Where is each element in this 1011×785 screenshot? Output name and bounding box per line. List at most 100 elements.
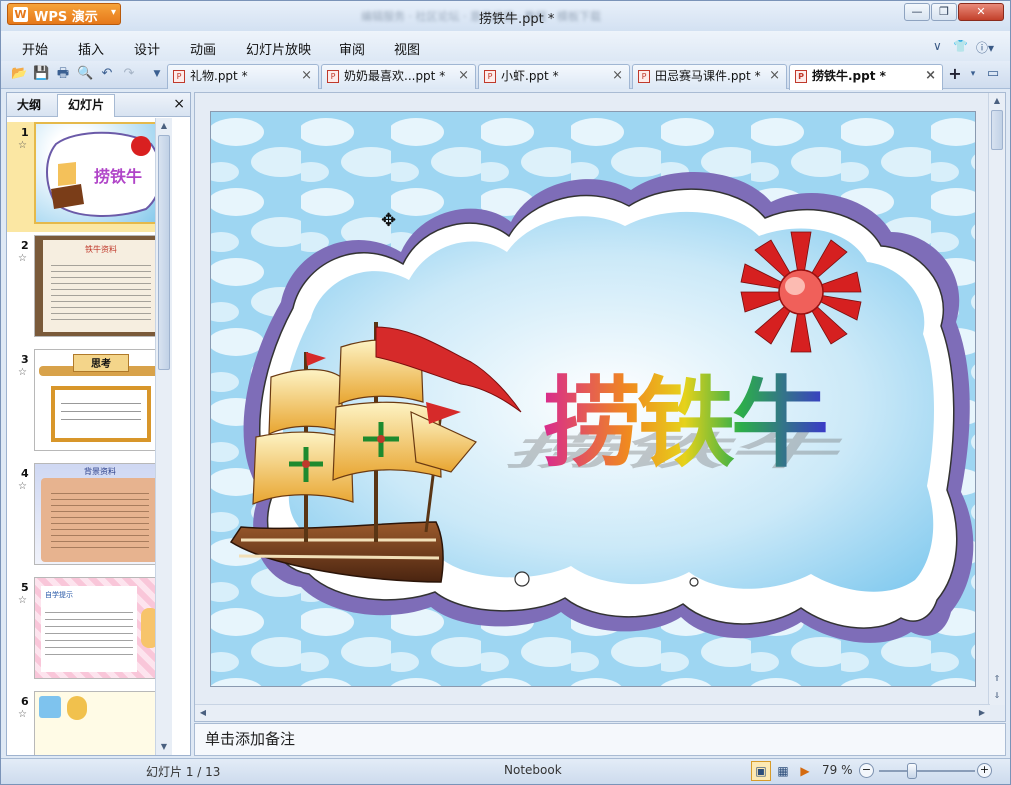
thumb-title-art: 捞铁牛 — [94, 167, 142, 186]
tab-iron-ox[interactable]: P 捞铁牛.ppt * × — [789, 64, 943, 90]
slide-title[interactable]: 捞铁牛 — [543, 367, 830, 481]
slide-number: 5 — [21, 581, 29, 594]
note-card: 自学提示 — [41, 586, 137, 672]
scroll-thumb[interactable] — [991, 110, 1003, 150]
scroll-up-icon[interactable]: ▲ — [989, 93, 1005, 109]
editor-horizontal-scrollbar[interactable]: ◀ ▶ — [195, 704, 990, 721]
panel-tabs: 大纲 幻灯片 × — [7, 93, 190, 117]
tab-shrimp[interactable]: P 小虾.ppt * × — [478, 64, 630, 89]
tab-close-icon[interactable]: × — [458, 65, 469, 87]
zoom-out-icon[interactable]: − — [859, 763, 874, 778]
slideshow-icon[interactable]: ▶ — [795, 761, 815, 781]
menu-review[interactable]: 审阅 — [339, 39, 365, 58]
skin-shirt-icon[interactable]: 👕 — [953, 39, 968, 53]
menu-insert[interactable]: 插入 — [78, 39, 104, 58]
tab-close-icon[interactable]: × — [301, 65, 312, 87]
normal-view-icon[interactable]: ▣ — [751, 761, 771, 781]
tab-close-icon[interactable]: × — [769, 65, 780, 87]
tab-grandma[interactable]: P 奶奶最喜欢...ppt * × — [321, 64, 476, 89]
notebook-page: 铁牛资料 — [43, 240, 159, 332]
slide-number: 3 — [21, 353, 29, 366]
panel-close-icon[interactable]: × — [173, 96, 185, 112]
zoom-level: 79 % — [822, 763, 853, 777]
wps-menu-label: WPS 演示 — [34, 10, 98, 25]
cartoon-icon — [39, 696, 61, 718]
slide-sorter-icon[interactable]: ▦ — [773, 761, 793, 781]
thumbnail-scrollbar[interactable]: ▲ ▼ — [155, 118, 172, 755]
zoom-slider-knob[interactable] — [907, 763, 917, 779]
ppt-file-icon: P — [327, 70, 339, 83]
minimize-button[interactable]: — — [904, 3, 930, 21]
animation-star-icon: ☆ — [18, 595, 27, 606]
save-icon[interactable]: 💾 — [33, 66, 49, 82]
slide-preview: 思考 — [34, 349, 166, 451]
thumb-text-lines — [51, 488, 149, 548]
slide-thumbnail-4[interactable]: 4 ☆ 背景资料 — [7, 463, 172, 573]
slides-panel: 大纲 幻灯片 × 1 ☆ 捞铁牛 2 ☆ 铁牛资料 3 ☆ 思考 4 ☆ 背景资… — [6, 92, 191, 756]
slide-thumbnail-5[interactable]: 5 ☆ 自学提示 — [7, 577, 172, 687]
window-layout-icon[interactable]: ▭ — [985, 66, 1001, 82]
move-cursor-icon: ✥ — [381, 210, 397, 231]
help-icon[interactable]: ⓘ▾ — [976, 39, 994, 56]
tab-horse-race[interactable]: P 田忌赛马课件.ppt * × — [632, 64, 787, 89]
new-tab-icon[interactable]: + — [947, 66, 963, 82]
slide-thumbnail-3[interactable]: 3 ☆ 思考 — [7, 349, 172, 459]
thumb-text-lines — [45, 606, 133, 656]
menu-bar: 开始 插入 设计 动画 幻灯片放映 审阅 视图 ∨ 👕 ⓘ▾ — [1, 31, 1010, 61]
print-preview-icon[interactable]: 🔍 — [77, 66, 93, 82]
tab-list-icon[interactable]: ▾ — [965, 66, 981, 82]
scroll-left-icon[interactable]: ◀ — [195, 705, 211, 721]
window-title: 捞铁牛.ppt * — [479, 12, 555, 27]
slide-art: 捞铁牛 捞铁牛 — [211, 112, 975, 686]
thumb-heading: 铁牛资料 — [85, 245, 117, 254]
scroll-right-icon[interactable]: ▶ — [974, 705, 990, 721]
next-slide-icon[interactable]: ⇓ — [989, 688, 1005, 704]
slide-thumbnail-6[interactable]: 6 ☆ — [7, 691, 172, 755]
tab-gift[interactable]: P 礼物.ppt * × — [167, 64, 319, 89]
tab-outline[interactable]: 大纲 — [17, 96, 41, 113]
slide-preview: 背景资料 — [34, 463, 166, 565]
slide-number: 1 — [21, 126, 29, 139]
maximize-button[interactable]: ❐ — [931, 3, 957, 21]
chevron-down-icon: ▾ — [110, 7, 116, 18]
animation-star-icon: ☆ — [18, 253, 27, 264]
editor-vertical-scrollbar[interactable]: ▲ ⇑ ⇓ — [988, 93, 1005, 705]
print-icon[interactable]: 🖶 — [55, 66, 71, 82]
menu-design[interactable]: 设计 — [134, 39, 160, 58]
tab-close-icon[interactable]: × — [925, 65, 936, 87]
slide-preview: 捞铁牛 — [34, 122, 166, 224]
redo-icon[interactable]: ↷ — [121, 66, 137, 82]
ppt-file-icon: P — [484, 70, 496, 83]
app-window: W WPS 演示 ▾ 编辑服务 · 社区论坛 · 意见反馈 · 教程 · 模板下… — [0, 0, 1011, 785]
tab-close-icon[interactable]: × — [612, 65, 623, 87]
customize-toolbar-icon[interactable]: ▼ — [149, 66, 165, 82]
slide-canvas[interactable]: 捞铁牛 捞铁牛 — [210, 111, 976, 687]
tab-slides[interactable]: 幻灯片 — [57, 94, 116, 117]
prev-slide-icon[interactable]: ⇑ — [989, 671, 1005, 687]
undo-icon[interactable]: ↶ — [99, 66, 115, 82]
collapse-ribbon-icon[interactable]: ∨ — [933, 39, 942, 53]
tab-label: 小虾.ppt * — [501, 69, 559, 83]
menu-view[interactable]: 视图 — [394, 39, 420, 58]
zoom-slider-track[interactable] — [879, 770, 975, 772]
slide-counter: 幻灯片 1 / 13 — [146, 765, 221, 779]
open-folder-icon[interactable]: 📂 — [11, 66, 27, 82]
scroll-down-icon[interactable]: ▼ — [156, 739, 172, 755]
thumb-heading: 思考 — [73, 354, 129, 372]
menu-animation[interactable]: 动画 — [190, 39, 216, 58]
title-bar: W WPS 演示 ▾ 编辑服务 · 社区论坛 · 意见反馈 · 教程 · 模板下… — [1, 1, 1010, 31]
slide-thumbnail-2[interactable]: 2 ☆ 铁牛资料 — [7, 235, 172, 345]
wps-logo-icon: W — [13, 7, 28, 22]
thumb-text-lines — [51, 260, 151, 320]
slide-editor: 捞铁牛 捞铁牛 ✥ ▲ ⇑ ⇓ ◀ ▶ — [194, 92, 1006, 722]
scroll-up-icon[interactable]: ▲ — [156, 118, 172, 134]
menu-slideshow[interactable]: 幻灯片放映 — [246, 39, 311, 58]
scroll-thumb[interactable] — [158, 135, 170, 370]
thumb-text-lines — [61, 396, 141, 426]
notes-pane[interactable]: 单击添加备注 — [194, 723, 1006, 756]
slide-thumbnail-1[interactable]: 1 ☆ 捞铁牛 — [7, 122, 172, 232]
menu-home[interactable]: 开始 — [22, 39, 48, 58]
wps-menu-button[interactable]: W WPS 演示 ▾ — [7, 3, 121, 25]
close-button[interactable]: ✕ — [958, 3, 1004, 21]
zoom-in-icon[interactable]: + — [977, 763, 992, 778]
